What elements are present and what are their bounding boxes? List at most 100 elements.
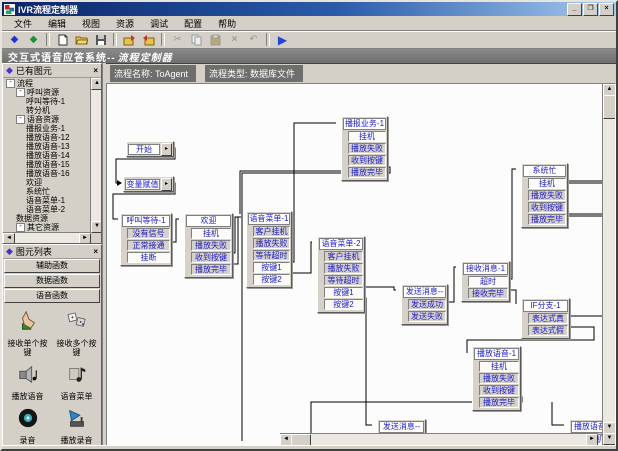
palette-item-接收单个按键[interactable]: 接收单个按键 (3, 310, 52, 357)
flow-node-branch-发送成功[interactable]: 发送成功 (408, 299, 446, 310)
export-flow-icon[interactable] (139, 32, 158, 47)
flow-node-branch-按键2[interactable]: 按键2 (253, 274, 290, 285)
tree-item-播报业务-1[interactable]: 播报业务-1 (5, 124, 90, 133)
tree-item-播放语音-14[interactable]: 播放语音-14 (5, 151, 90, 160)
flow-node-welcome[interactable]: 欢迎挂机播放失败收到按键播放完毕 (184, 213, 233, 278)
scroll-right-icon[interactable]: ► (586, 434, 598, 446)
flow-node-branch-播放失败[interactable]: 播放失败 (253, 238, 290, 249)
flow-node-branch-挂机[interactable]: 挂机 (479, 361, 519, 372)
tree-item-播放语音-15[interactable]: 播放语音-15 (5, 160, 90, 169)
scroll-thumb[interactable] (603, 95, 616, 119)
flow-node-start[interactable]: 开始▸ (126, 141, 174, 157)
flow-node-sys-busy[interactable]: 系统忙挂机播放失败收到按键播放完毕 (521, 163, 568, 228)
scroll-left-icon[interactable]: ◄ (3, 233, 15, 243)
category-数据函数[interactable]: 数据函数 (4, 274, 100, 288)
menu-item-配置[interactable]: 配置 (176, 16, 210, 31)
flow-node-branch-表达式假[interactable]: 表达式假 (528, 325, 568, 336)
flow-canvas[interactable]: ▲ ▼ ▼ ◄ ► 开始▸变量赋值▸播报业务-1挂机播放失败收到按键播放完毕呼叫… (106, 83, 616, 446)
flow-node-branch-按键1[interactable]: 按键1 (324, 287, 363, 298)
open-folder-icon[interactable] (72, 32, 91, 47)
menu-item-视图[interactable]: 视图 (74, 16, 108, 31)
tree-collapse-icon[interactable]: - (16, 223, 25, 232)
flow-node-branch-收到按键[interactable]: 收到按键 (479, 385, 519, 396)
flow-node-branch-表达式真[interactable]: 表达式真 (528, 313, 568, 324)
tree-item-语音菜单-1[interactable]: 语音菜单-1 (5, 196, 90, 205)
menu-item-帮助[interactable]: 帮助 (210, 16, 244, 31)
panel-close-icon[interactable]: × (93, 247, 98, 256)
flow-node-play-voice-1[interactable]: 播放语音-1挂机播放失败收到按键播放完毕 (472, 346, 521, 411)
tree-collapse-icon[interactable]: - (16, 88, 25, 97)
minimize-button[interactable]: _ (567, 3, 582, 16)
forward-diamond-icon[interactable]: ◆ (24, 32, 43, 47)
canvas-horizontal-scrollbar[interactable]: ◄ ► (280, 433, 598, 445)
save-icon[interactable] (91, 32, 110, 47)
node-expand-button[interactable]: ▸ (161, 143, 172, 156)
tree-item-转分机[interactable]: 转分机 (5, 106, 90, 115)
palette-item-接收多个按键[interactable]: 接收多个按键 (52, 310, 101, 357)
flow-node-branch-客户挂机[interactable]: 客户挂机 (253, 226, 290, 237)
tree-item-语音菜单-2[interactable]: 语音菜单-2 (5, 205, 90, 214)
flow-node-branch-播放失败[interactable]: 播放失败 (528, 190, 566, 201)
flow-node-branch-挂断[interactable]: 挂断 (127, 252, 170, 263)
tree-item-数据资源[interactable]: 数据资源 (5, 214, 90, 223)
close-button[interactable]: × (599, 3, 614, 16)
element-list-header[interactable]: ◆ 图元列表 × (3, 245, 101, 259)
back-diamond-icon[interactable]: ◆ (5, 32, 24, 47)
flow-node-branch-收到按键[interactable]: 收到按键 (348, 155, 386, 166)
flow-node-branch-按键2[interactable]: 按键2 (324, 299, 363, 310)
flow-node-branch-挂机[interactable]: 挂机 (191, 228, 231, 239)
scroll-thumb[interactable] (291, 434, 311, 446)
scroll-right-icon[interactable]: ► (79, 233, 91, 243)
flow-node-branch-播放失败[interactable]: 播放失败 (479, 373, 519, 384)
flow-node-branch-接收完毕[interactable]: 接收完毕 (468, 288, 508, 299)
palette-item-播放语音[interactable]: 播放语音 (3, 363, 52, 401)
flow-node-call-wait-1[interactable]: 呼叫等待-1没有信号正常接通挂断 (120, 213, 172, 266)
flow-node-branch-播放失败[interactable]: 播放失败 (191, 240, 231, 251)
flow-node-branch-发送失败[interactable]: 发送失败 (408, 311, 446, 322)
flow-node-branch-按键1[interactable]: 按键1 (253, 262, 290, 273)
flow-node-broadcast-1[interactable]: 播报业务-1挂机播放失败收到按键播放完毕 (341, 116, 388, 181)
tree-collapse-icon[interactable]: - (6, 79, 15, 88)
flow-node-branch-收到按键[interactable]: 收到按键 (191, 252, 231, 263)
flow-node-branch-等待超时[interactable]: 等待超时 (253, 250, 290, 261)
flow-node-branch-等待超时[interactable]: 等待超时 (324, 275, 363, 286)
flow-node-branch-客户挂机[interactable]: 客户挂机 (324, 251, 363, 262)
import-flow-icon[interactable] (120, 32, 139, 47)
menu-item-编辑[interactable]: 编辑 (40, 16, 74, 31)
flow-node-voice-menu-1[interactable]: 语音菜单-1客户挂机播放失败等待超时按键1按键2 (246, 211, 292, 288)
tree-vertical-scrollbar[interactable]: ▲ ▼ (90, 78, 101, 233)
flow-node-if-branch-1[interactable]: IF分支-1表达式真表达式假 (521, 298, 570, 339)
category-辅助函数[interactable]: 辅助函数 (4, 259, 100, 273)
tree-item-语音资源[interactable]: -语音资源 (5, 115, 90, 124)
palette-item-语音菜单[interactable]: 语音菜单 (52, 363, 101, 401)
tree-item-呼叫等待-1[interactable]: 呼叫等待-1 (5, 97, 90, 106)
menu-item-资源[interactable]: 资源 (108, 16, 142, 31)
scroll-up-icon[interactable]: ▲ (91, 78, 101, 90)
tree-item-欢迎[interactable]: 欢迎 (5, 178, 90, 187)
tree-item-流程[interactable]: -流程 (5, 79, 90, 88)
flow-node-send-msg-1[interactable]: 发送消息--发送成功发送失败 (401, 284, 448, 325)
flow-node-branch-播放完毕[interactable]: 播放完毕 (348, 167, 386, 178)
flow-node-branch-播放完毕[interactable]: 播放完毕 (479, 397, 519, 408)
palette-item-录音[interactable]: 录音 (3, 407, 52, 445)
flow-node-branch-挂机[interactable]: 挂机 (348, 131, 386, 142)
node-expand-button[interactable]: ▸ (161, 178, 172, 191)
flow-node-branch-没有信号[interactable]: 没有信号 (127, 228, 170, 239)
tree-collapse-icon[interactable]: - (16, 115, 25, 124)
flow-node-branch-播放失败[interactable]: 播放失败 (324, 263, 363, 274)
flow-node-branch-挂机[interactable]: 挂机 (528, 178, 566, 189)
scroll-down-icon[interactable]: ▼ (603, 433, 616, 445)
tree-item-播放语音-12[interactable]: 播放语音-12 (5, 133, 90, 142)
tree-item-呼叫资源[interactable]: -呼叫资源 (5, 88, 90, 97)
maximize-button[interactable]: ❐ (583, 3, 598, 16)
canvas-vertical-scrollbar[interactable]: ▲ ▼ ▼ (602, 84, 615, 445)
flow-node-branch-播放失败[interactable]: 播放失败 (348, 143, 386, 154)
flow-node-voice-menu-2[interactable]: 语音菜单-2客户挂机播放失败等待超时按键1按键2 (317, 236, 365, 313)
run-icon[interactable]: ▶ (273, 32, 292, 47)
tree-item-系统忙[interactable]: 系统忙 (5, 187, 90, 196)
tree-item-播放语音-16[interactable]: 播放语音-16 (5, 169, 90, 178)
scroll-down-icon[interactable]: ▼ (91, 221, 101, 233)
flow-node-branch-播放完毕[interactable]: 播放完毕 (191, 264, 231, 275)
flow-node-branch-超时[interactable]: 超时 (468, 276, 508, 287)
flow-node-branch-播放完毕[interactable]: 播放完毕 (528, 214, 566, 225)
